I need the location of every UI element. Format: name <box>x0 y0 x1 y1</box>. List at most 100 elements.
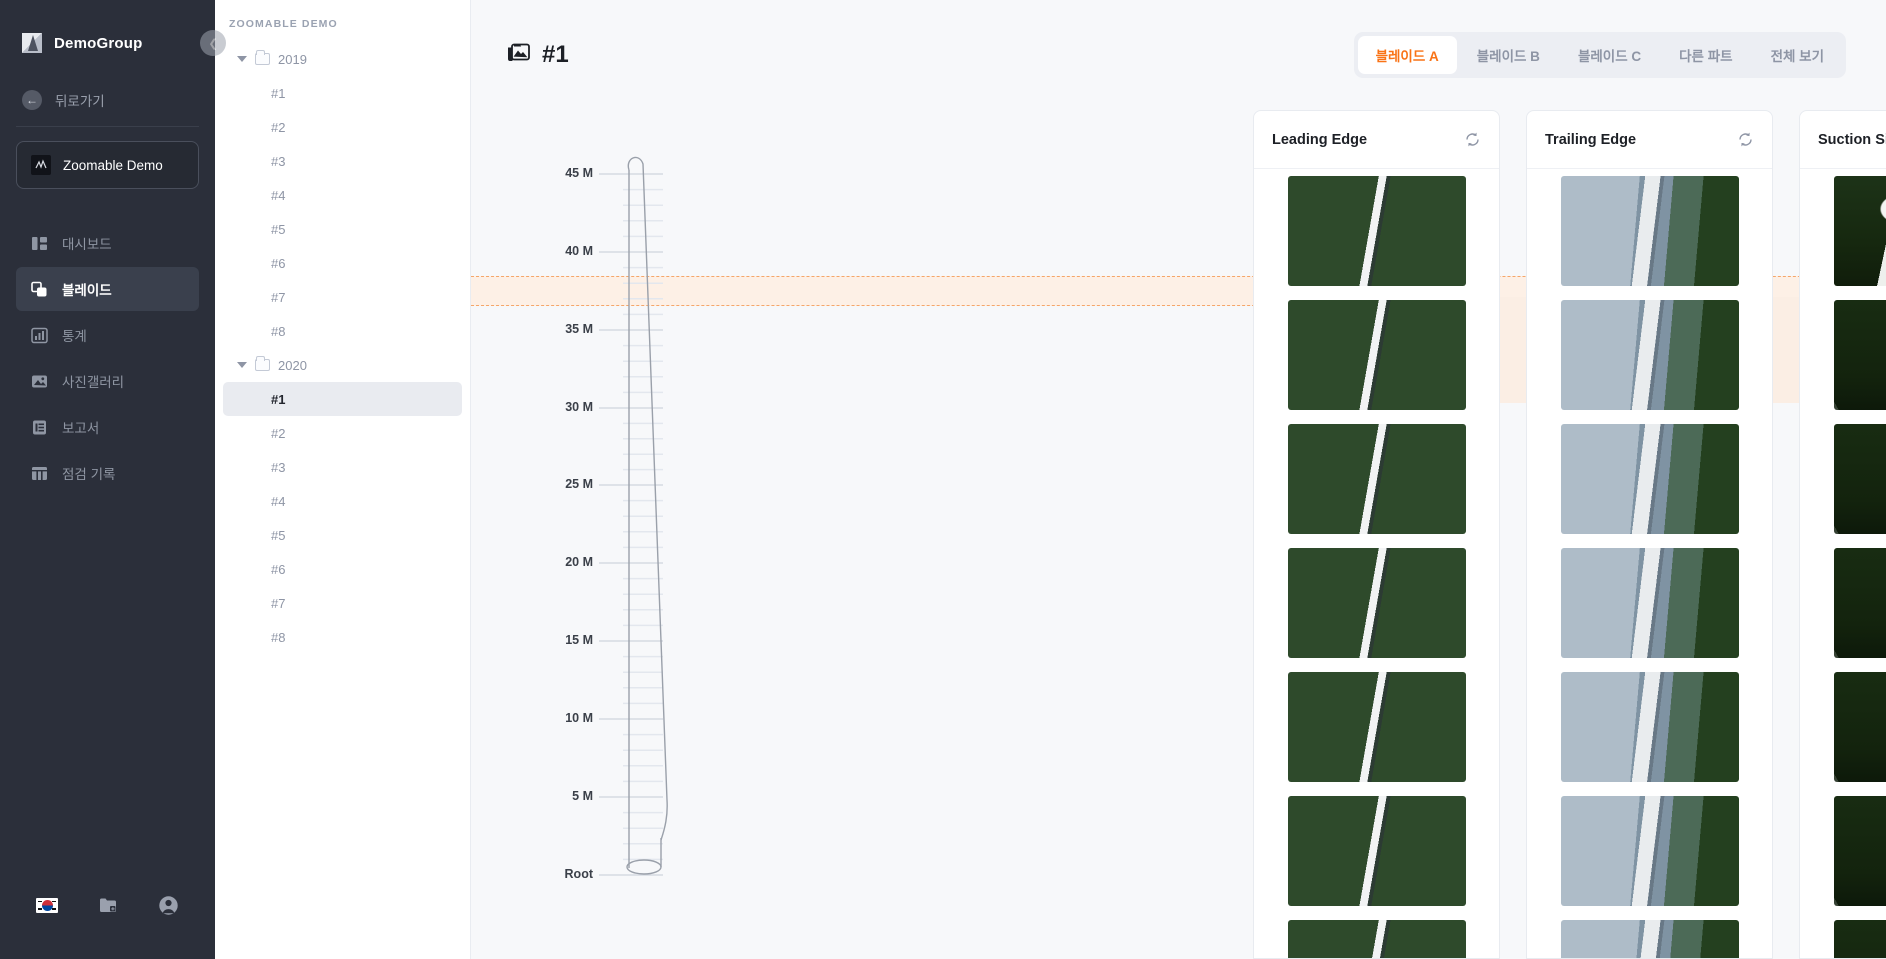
arrow-left-icon: ← <box>22 90 42 110</box>
thumbnail-cell[interactable] <box>1254 417 1499 541</box>
column-header: Trailing Edge <box>1527 111 1772 169</box>
thumbnail-cell[interactable] <box>1527 169 1772 293</box>
sidebar-item-reports[interactable]: 보고서 <box>16 405 199 449</box>
tab-view-all[interactable]: 전체 보기 <box>1753 36 1842 74</box>
blade-thumbnail[interactable] <box>1833 672 1886 782</box>
tree-item[interactable]: #4 <box>223 178 462 212</box>
thumbnail-cell[interactable] <box>1254 913 1499 958</box>
tree-item[interactable]: #6 <box>223 246 462 280</box>
sidebar-collapse-button[interactable]: ❮ <box>200 30 226 56</box>
tree-item[interactable]: #7 <box>223 280 462 314</box>
blade-thumbnail[interactable] <box>1287 176 1466 286</box>
add-folder-icon[interactable] <box>98 895 118 915</box>
blade-thumbnail[interactable] <box>1833 920 1886 958</box>
blade-thumbnail[interactable] <box>1560 176 1739 286</box>
blade-thumbnail[interactable] <box>1287 548 1466 658</box>
thumbnail-cell[interactable] <box>1254 169 1499 293</box>
blade-thumbnail[interactable] <box>1560 920 1739 958</box>
thumbnail-cell[interactable] <box>1527 665 1772 789</box>
blade-thumbnail[interactable] <box>1833 300 1886 410</box>
blade-thumbnail[interactable] <box>1287 796 1466 906</box>
ruler-label: 10 M <box>565 711 593 725</box>
tree-item[interactable]: #8 <box>223 314 462 348</box>
blade-thumbnail[interactable] <box>1833 176 1886 286</box>
blade-thumbnail[interactable] <box>1560 796 1739 906</box>
thumbnail-cell[interactable] <box>1254 293 1499 417</box>
tree-item[interactable]: #2 <box>223 416 462 450</box>
thumbnail-cell[interactable] <box>1800 169 1886 293</box>
tab-blade-a[interactable]: 블레이드 A <box>1357 36 1457 74</box>
blade-thumbnail[interactable] <box>1833 548 1886 658</box>
thumbnail-cell[interactable] <box>1800 293 1886 417</box>
triangle-logo-icon <box>22 33 42 53</box>
page-title: #1 <box>507 41 569 69</box>
column-header: Suction Side <box>1800 111 1886 169</box>
tree-group-2020[interactable]: 2020 <box>223 348 462 382</box>
blade-thumbnail[interactable] <box>1560 424 1739 534</box>
sidebar-item-inspection-records[interactable]: 점검 기록 <box>16 451 199 495</box>
tree-item[interactable]: #8 <box>223 620 462 654</box>
thumbnail-cell[interactable] <box>1527 913 1772 958</box>
refresh-icon[interactable] <box>1464 131 1481 148</box>
blade-thumbnail[interactable] <box>1287 424 1466 534</box>
sidebar-item-statistics[interactable]: 통계 <box>16 313 199 357</box>
tree-item[interactable]: #7 <box>223 586 462 620</box>
tree-item[interactable]: #1 <box>223 76 462 110</box>
sidebar-item-dashboard[interactable]: 대시보드 <box>16 221 199 265</box>
thumbnail-cell[interactable] <box>1800 541 1886 665</box>
tree-group-2019[interactable]: 2019 <box>223 42 462 76</box>
tree-item[interactable]: #3 <box>223 144 462 178</box>
blade-thumbnail[interactable] <box>1287 300 1466 410</box>
blade-thumbnail[interactable] <box>1560 548 1739 658</box>
tab-blade-b[interactable]: 블레이드 B <box>1459 36 1558 74</box>
blade-thumbnail[interactable] <box>1833 424 1886 534</box>
caret-down-icon[interactable] <box>237 56 247 62</box>
thumbnail-cell[interactable] <box>1254 541 1499 665</box>
thumbnail-cell[interactable] <box>1800 665 1886 789</box>
thumbnail-cell[interactable] <box>1800 913 1886 958</box>
sidebar-item-label: 블레이드 <box>62 283 112 298</box>
thumbnail-cell[interactable] <box>1527 789 1772 913</box>
back-button[interactable]: ← 뒤로가기 <box>0 62 215 116</box>
ruler-label: 5 M <box>572 789 593 803</box>
refresh-icon[interactable] <box>1737 131 1754 148</box>
tree-item[interactable]: #4 <box>223 484 462 518</box>
tree-item-label: #1 <box>271 85 286 101</box>
caret-down-icon[interactable] <box>237 362 247 368</box>
sidebar-item-label: 사진갤러리 <box>62 375 125 390</box>
tree-item-label: #1 <box>271 391 286 407</box>
tab-blade-c[interactable]: 블레이드 C <box>1560 36 1659 74</box>
thumbnail-cell[interactable] <box>1800 789 1886 913</box>
thumbnail-cell[interactable] <box>1527 293 1772 417</box>
brand-name: DemoGroup <box>54 34 143 52</box>
tree-item[interactable]: #5 <box>223 518 462 552</box>
sidebar-item-blades[interactable]: 블레이드 <box>16 267 199 311</box>
project-card[interactable]: Zoomable Demo <box>16 141 199 189</box>
tree-item-label: #6 <box>271 255 286 271</box>
blade-thumbnail[interactable] <box>1287 672 1466 782</box>
topbar: #1 블레이드 A 블레이드 B 블레이드 C 다른 파트 전체 보기 <box>471 0 1886 110</box>
thumbnail-cell[interactable] <box>1527 417 1772 541</box>
sidebar-item-photo-gallery[interactable]: 사진갤러리 <box>16 359 199 403</box>
user-account-icon[interactable] <box>158 895 179 916</box>
tree-item[interactable]: #3 <box>223 450 462 484</box>
image-columns: Leading Edge Trailing Edge Suction S <box>1253 110 1886 959</box>
thumbnail-cell[interactable] <box>1254 789 1499 913</box>
thumbnail-cell[interactable] <box>1800 417 1886 541</box>
sidebar-bottom-bar <box>0 869 215 959</box>
tree-item[interactable]: #5 <box>223 212 462 246</box>
thumbnail-cell[interactable] <box>1527 541 1772 665</box>
sidebar-item-label: 점검 기록 <box>62 467 116 482</box>
blade-thumbnail[interactable] <box>1560 672 1739 782</box>
blade-thumbnail[interactable] <box>1560 300 1739 410</box>
tab-other-part[interactable]: 다른 파트 <box>1661 36 1750 74</box>
ruler-label: 45 M <box>565 166 593 180</box>
tree-item-label: #4 <box>271 187 286 203</box>
tree-item[interactable]: #6 <box>223 552 462 586</box>
thumbnail-cell[interactable] <box>1254 665 1499 789</box>
tree-item-selected[interactable]: #1 <box>223 382 462 416</box>
korea-flag-icon[interactable] <box>36 897 58 913</box>
blade-thumbnail[interactable] <box>1833 796 1886 906</box>
tree-item[interactable]: #2 <box>223 110 462 144</box>
blade-thumbnail[interactable] <box>1287 920 1466 958</box>
